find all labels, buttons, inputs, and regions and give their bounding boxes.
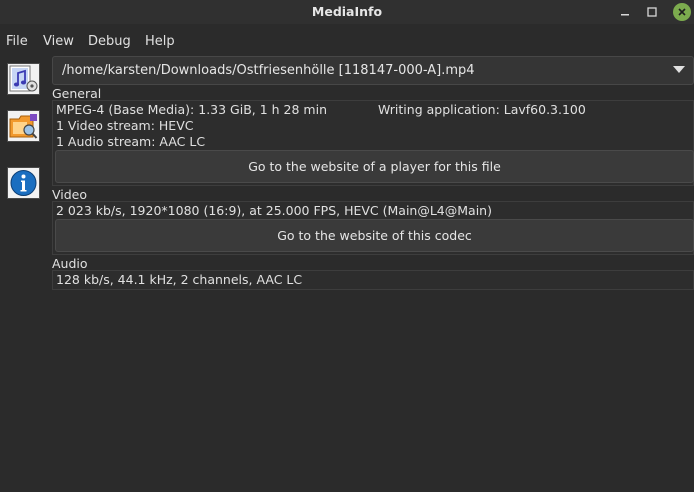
general-format: MPEG-4 (Base Media): 1.33 GiB, 1 h 28 mi… <box>56 102 327 117</box>
general-writing-app: Writing application: Lavf60.3.100 <box>378 102 586 117</box>
info-icon[interactable] <box>7 167 40 199</box>
video-title: Video <box>52 187 88 202</box>
audio-details: 128 kb/s, 44.1 kHz, 2 channels, AAC LC <box>56 272 303 287</box>
menu-file[interactable]: File <box>6 34 28 49</box>
close-icon[interactable] <box>673 3 691 21</box>
menu-help[interactable]: Help <box>145 34 175 49</box>
window-title: MediaInfo <box>311 4 383 19</box>
maximize-icon[interactable] <box>643 3 661 21</box>
minimize-icon[interactable] <box>616 3 634 21</box>
video-details: 2 023 kb/s, 1920*1080 (16:9), at 25.000 … <box>56 203 492 218</box>
audio-title: Audio <box>52 256 88 271</box>
music-file-icon[interactable] <box>7 63 40 95</box>
general-title: General <box>52 86 102 101</box>
media-folder-icon[interactable] <box>7 110 40 142</box>
menu-debug[interactable]: Debug <box>88 34 131 49</box>
file-path: /home/karsten/Downloads/Ostfriesenhölle … <box>62 63 475 78</box>
title-bar: MediaInfo <box>0 0 694 24</box>
codec-website-button[interactable]: Go to the website of this codec <box>55 219 694 252</box>
general-audio-streams: 1 Audio stream: AAC LC <box>56 134 206 149</box>
menu-bar: File View Debug Help <box>0 30 694 52</box>
player-website-button[interactable]: Go to the website of a player for this f… <box>55 150 694 183</box>
menu-view[interactable]: View <box>43 34 74 49</box>
general-video-streams: 1 Video stream: HEVC <box>56 118 194 133</box>
file-selector[interactable]: /home/karsten/Downloads/Ostfriesenhölle … <box>52 56 694 85</box>
chevron-down-icon[interactable] <box>673 66 685 73</box>
